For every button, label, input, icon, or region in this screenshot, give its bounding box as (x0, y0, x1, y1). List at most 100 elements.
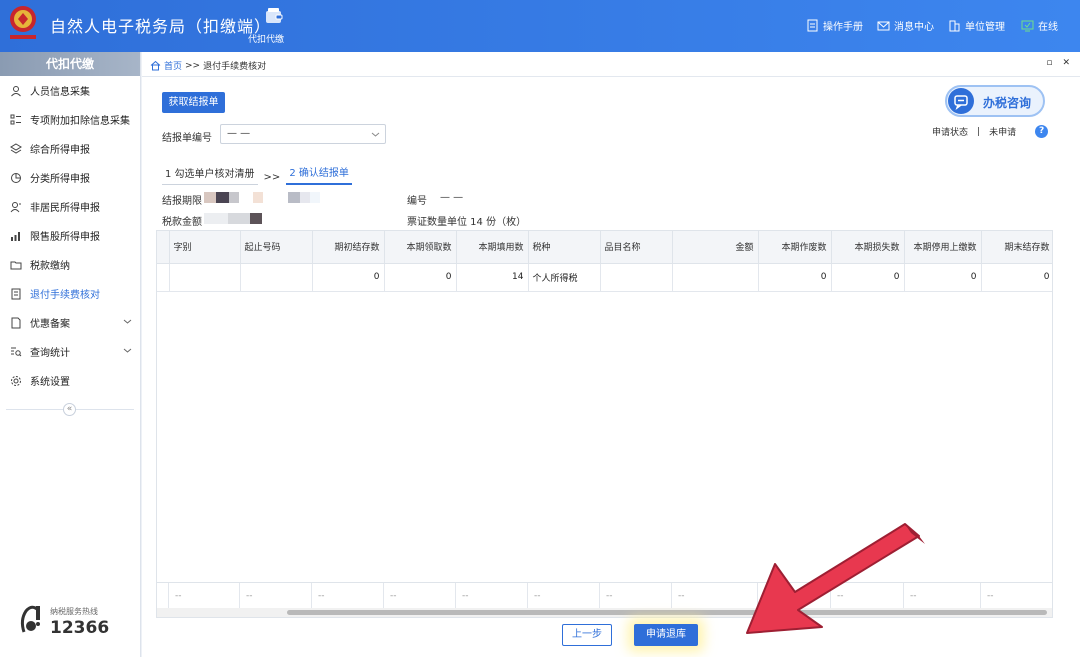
sidebar-item-classified[interactable]: 分类所得申报 (0, 163, 140, 192)
horizontal-scrollbar[interactable] (157, 608, 1052, 617)
sidebar-heading: 代扣代缴 (0, 52, 140, 76)
close-icon[interactable]: ✕ (1062, 58, 1070, 68)
messages-link[interactable]: 消息中心 (877, 18, 934, 33)
table-header-cell: 期末结存数 (981, 231, 1052, 264)
sidebar-item-tax-payment[interactable]: 税款缴纳 (0, 250, 140, 279)
table-summary-row: -- -- -- -- -- -- -- -- -- -- -- -- (157, 582, 1052, 609)
summary-cell: -- (981, 583, 1052, 609)
tax-amount-label: 税款金额 (162, 217, 202, 228)
table-header-cell: 字别 (169, 231, 241, 264)
sidebar-item-label: 非居民所得申报 (30, 203, 100, 214)
sidebar-item-special-deduction[interactable]: 专项附加扣除信息采集 (0, 105, 140, 134)
fee-table: 字别 起止号码 期初结存数 本期领取数 本期填用数 税种 品目名称 金额 本期作… (156, 230, 1053, 618)
step-tabs: 1 勾选单户核对清册 >> 2 确认结报单 (162, 164, 352, 185)
gear-icon (11, 375, 21, 386)
breadcrumb: 首页 >> 退付手续费核对 (150, 59, 266, 72)
table-header-cell: 本期停用上缴数 (904, 231, 982, 264)
sidebar-item-comprehensive[interactable]: 综合所得申报 (0, 134, 140, 163)
summary-cell: -- (384, 583, 456, 609)
step-1-tab[interactable]: 1 勾选单户核对清册 (162, 165, 258, 185)
sidebar-item-label: 查询统计 (30, 348, 70, 359)
sidebar-item-label: 综合所得申报 (30, 145, 90, 156)
window-controls: ▫ ✕ (1046, 58, 1070, 68)
summary-cell: -- (831, 583, 904, 609)
sidebar-item-label: 人员信息采集 (30, 87, 90, 98)
sidebar: 代扣代缴 人员信息采集 专项附加扣除信息采集 综合所得申报 分类所得申报 非居民… (0, 52, 141, 657)
tax-emblem-icon (10, 6, 36, 39)
ticket-count: 票证数量单位 14 份（枚） (407, 217, 527, 228)
sidebar-item-label: 税款缴纳 (30, 261, 70, 272)
report-no-select[interactable]: — — (220, 124, 386, 144)
document-icon (807, 19, 818, 32)
table-cell (240, 263, 313, 292)
tax-consult-button[interactable]: 办税咨询 (945, 85, 1045, 117)
scrollbar-thumb[interactable] (287, 610, 1047, 615)
sidebar-item-restricted-stock[interactable]: 限售股所得申报 (0, 221, 140, 250)
sidebar-item-query[interactable]: 查询统计 (0, 337, 140, 366)
sidebar-item-label: 专项附加扣除信息采集 (30, 116, 130, 127)
apply-status: 申请状态 | 未申请 ? (932, 125, 1049, 138)
layers-icon (10, 142, 22, 154)
sidebar-item-settings[interactable]: 系统设置 (0, 366, 140, 395)
mail-icon (877, 21, 890, 31)
previous-step-button[interactable]: 上一步 (562, 624, 612, 646)
headset-icon (20, 605, 40, 633)
table-header-cell: 期初结存数 (312, 231, 385, 264)
report-no-value: — — (227, 128, 251, 139)
chevron-down-icon (123, 319, 132, 324)
help-icon[interactable]: ? (1035, 125, 1049, 138)
sidebar-item-label: 限售股所得申报 (30, 232, 100, 243)
step-2-tab[interactable]: 2 确认结报单 (286, 164, 352, 185)
status-value: 未申请 (989, 128, 1017, 138)
table-cell (672, 263, 759, 292)
table-header-cell: 本期填用数 (456, 231, 529, 264)
table-cell: 0 (904, 263, 982, 292)
collapse-sidebar-button[interactable]: « (63, 403, 76, 416)
module-withholding[interactable]: 代扣代缴 (248, 6, 300, 45)
wallet-icon (266, 8, 283, 23)
unit-link[interactable]: 单位管理 (948, 18, 1005, 33)
table-row[interactable]: 0 0 14 个人所得税 0 0 0 0 (157, 263, 1052, 292)
breadcrumb-separator: >> (185, 60, 201, 71)
bar-chart-icon (11, 231, 20, 241)
restore-icon[interactable]: ▫ (1046, 58, 1052, 68)
table-header-cell: 本期领取数 (384, 231, 457, 264)
breadcrumb-home-link[interactable]: 首页 (164, 59, 182, 72)
summary-cell: -- (169, 583, 240, 609)
online-status[interactable]: 在线 (1021, 18, 1058, 33)
home-icon (150, 60, 161, 71)
summary-cell: -- (758, 583, 831, 609)
fetch-report-button[interactable]: 获取结报单 (162, 92, 225, 113)
sidebar-item-fee-refund[interactable]: 退付手续费核对 (0, 279, 140, 308)
chat-icon (948, 88, 974, 114)
sidebar-item-label: 退付手续费核对 (30, 290, 100, 301)
sidebar-item-label: 系统设置 (30, 377, 70, 388)
hotline: 纳税服务热线 12366 (18, 602, 133, 642)
sidebar-item-personnel[interactable]: 人员信息采集 (0, 76, 140, 105)
table-cell: 0 (758, 263, 832, 292)
chevron-down-icon (123, 348, 132, 353)
summary-cell: -- (528, 583, 600, 609)
table-cell: 14 (456, 263, 529, 292)
table-header-cell: 本期作废数 (758, 231, 832, 264)
status-label: 申请状态 (932, 128, 969, 138)
summary-cell: -- (672, 583, 758, 609)
online-label: 在线 (1038, 22, 1058, 33)
module-label: 代扣代缴 (248, 35, 285, 45)
table-cell: 0 (384, 263, 457, 292)
sidebar-item-label: 优惠备案 (30, 319, 70, 330)
table-header-cell: 税种 (528, 231, 601, 264)
sidebar-item-preferential[interactable]: 优惠备案 (0, 308, 140, 337)
pie-chart-icon (11, 172, 21, 183)
table-cell (600, 263, 673, 292)
file-icon (11, 317, 21, 328)
top-menu: 操作手册 消息中心 单位管理 在线 (806, 18, 1080, 33)
apply-refund-button[interactable]: 申请退库 (634, 624, 698, 646)
chevron-down-icon (371, 132, 380, 137)
step-separator: >> (263, 172, 281, 183)
folder-icon (10, 261, 22, 269)
period-label: 结报期限 (162, 196, 202, 207)
sidebar-item-nonresident[interactable]: 非居民所得申报 (0, 192, 140, 221)
manual-link[interactable]: 操作手册 (806, 18, 863, 33)
messages-label: 消息中心 (894, 22, 934, 33)
